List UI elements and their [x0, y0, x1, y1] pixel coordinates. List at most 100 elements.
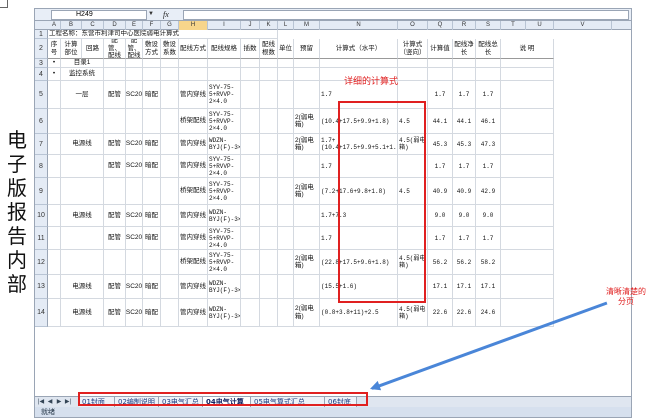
column-header-a[interactable]: A [48, 21, 61, 30]
column-title[interactable]: 计算部位 [61, 39, 82, 59]
column-header-l[interactable]: L [278, 21, 294, 30]
lay-method[interactable]: 暗配 [143, 155, 161, 178]
column-title[interactable]: 计算式（竖向） [398, 39, 428, 59]
insert-count[interactable] [241, 155, 260, 178]
calc-part[interactable]: 一层 [61, 81, 104, 109]
lay-factor[interactable] [161, 68, 179, 81]
unit[interactable] [278, 205, 294, 227]
calc-part[interactable] [61, 178, 104, 205]
column-header-i[interactable]: I [208, 21, 241, 30]
fx-icon[interactable]: fx [163, 10, 179, 20]
wire-count[interactable] [260, 227, 278, 250]
insert-count[interactable] [241, 68, 260, 81]
insert-count[interactable] [241, 205, 260, 227]
calc-value[interactable]: 56.2 [428, 250, 453, 275]
insert-count[interactable] [241, 250, 260, 275]
wire-spec[interactable]: WDZN-BYJ(F)-3×2.5 [208, 299, 241, 327]
column-title[interactable]: 敷设方式 [143, 39, 161, 59]
pipe-spec[interactable]: SC20 [126, 227, 143, 250]
wiring-method[interactable]: 桥架配线 [179, 109, 208, 134]
wiring-method[interactable]: 管内穿线 [179, 205, 208, 227]
remark[interactable] [501, 155, 554, 178]
net-length[interactable] [453, 68, 476, 81]
calc-part[interactable]: 目录1 [61, 59, 104, 68]
row-index[interactable] [48, 109, 61, 134]
column-title[interactable]: 说 明 [501, 39, 554, 59]
row-index[interactable] [48, 250, 61, 275]
wire-count[interactable] [260, 68, 278, 81]
total-length[interactable]: 17.1 [476, 275, 501, 299]
reserve[interactable]: 2(弱电箱) [294, 250, 320, 275]
insert-count[interactable] [241, 275, 260, 299]
row-index[interactable] [48, 134, 61, 155]
wire-count[interactable] [260, 59, 278, 68]
remark[interactable] [501, 81, 554, 109]
row-header[interactable]: 13 [35, 275, 48, 299]
pipe-spec[interactable]: SC20 [126, 81, 143, 109]
column-header-u[interactable]: U [526, 21, 554, 30]
row-header[interactable]: 3 [35, 59, 48, 68]
calc-value[interactable]: 1.7 [428, 155, 453, 178]
wiring-method[interactable]: 管内穿线 [179, 155, 208, 178]
column-header-n[interactable]: N [320, 21, 398, 30]
calc-value[interactable] [428, 68, 453, 81]
row-header[interactable]: 11 [35, 227, 48, 250]
wiring-method[interactable]: 管内穿线 [179, 227, 208, 250]
remark[interactable] [501, 59, 554, 68]
calc-value[interactable] [428, 59, 453, 68]
row-header[interactable]: 2 [35, 39, 48, 59]
column-header-q[interactable]: Q [428, 21, 453, 30]
pipe-spec[interactable]: SC20 [126, 275, 143, 299]
pipe-type[interactable]: 配管 [104, 275, 126, 299]
row-header[interactable]: 8 [35, 155, 48, 178]
lay-method[interactable] [143, 59, 161, 68]
reserve[interactable] [294, 81, 320, 109]
unit[interactable] [278, 59, 294, 68]
wire-count[interactable] [260, 178, 278, 205]
lay-factor[interactable] [161, 227, 179, 250]
name-box[interactable]: H249 [51, 10, 147, 20]
row-header[interactable]: 14 [35, 299, 48, 327]
column-header-s[interactable]: S [476, 21, 501, 30]
pipe-type[interactable]: 配管 [104, 227, 126, 250]
vertical-formula[interactable] [398, 68, 428, 81]
insert-count[interactable] [241, 134, 260, 155]
calc-part[interactable]: 监控系统 [61, 68, 104, 81]
column-header-b[interactable]: B [61, 21, 82, 30]
lay-factor[interactable] [161, 275, 179, 299]
insert-count[interactable] [241, 227, 260, 250]
insert-count[interactable] [241, 59, 260, 68]
remark[interactable] [501, 178, 554, 205]
pipe-type[interactable]: 配管 [104, 81, 126, 109]
unit[interactable] [278, 109, 294, 134]
net-length[interactable]: 9.0 [453, 205, 476, 227]
reserve[interactable] [294, 275, 320, 299]
total-length[interactable] [476, 68, 501, 81]
wire-count[interactable] [260, 250, 278, 275]
total-length[interactable] [476, 59, 501, 68]
wire-count[interactable] [260, 81, 278, 109]
reserve[interactable] [294, 227, 320, 250]
unit[interactable] [278, 81, 294, 109]
row-index[interactable] [48, 227, 61, 250]
calc-part[interactable] [61, 227, 104, 250]
project-title[interactable]: 工程名称：东营市利津司中心医院弱电计算式 [48, 30, 278, 39]
row-index[interactable]: • [48, 59, 61, 68]
pipe-type[interactable] [104, 250, 126, 275]
total-length[interactable]: 58.2 [476, 250, 501, 275]
reserve[interactable] [294, 205, 320, 227]
wire-spec[interactable]: WDZN-BYJ(F)-3×2.5 [208, 134, 241, 155]
pipe-type[interactable] [104, 178, 126, 205]
pipe-type[interactable]: 配管 [104, 155, 126, 178]
net-length[interactable]: 1.7 [453, 155, 476, 178]
wiring-method[interactable]: 桥架配线 [179, 178, 208, 205]
remark[interactable] [501, 205, 554, 227]
net-length[interactable]: 40.9 [453, 178, 476, 205]
column-title[interactable]: 配管、配线 [104, 39, 126, 59]
vertical-formula[interactable]: 4.5(弱电箱) [398, 299, 428, 327]
column-header-d[interactable]: D [104, 21, 126, 30]
total-length[interactable]: 47.3 [476, 134, 501, 155]
column-header-f[interactable]: F [143, 21, 161, 30]
insert-count[interactable] [241, 109, 260, 134]
remark[interactable] [501, 250, 554, 275]
